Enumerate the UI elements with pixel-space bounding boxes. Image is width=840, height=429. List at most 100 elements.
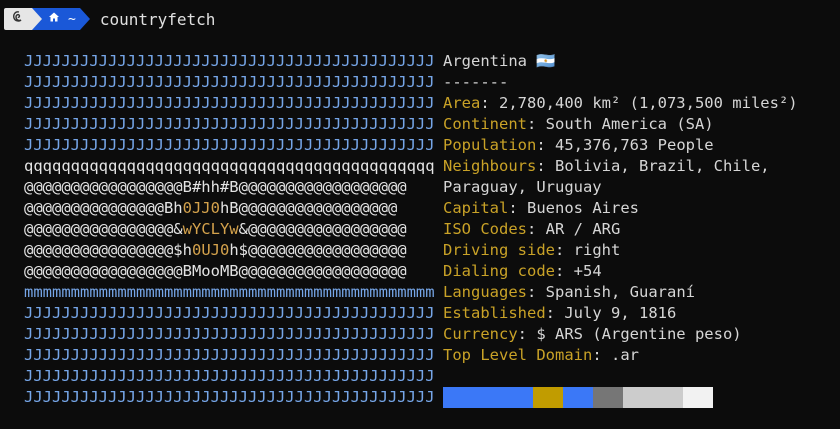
info-value: Paraguay, Uruguay	[443, 178, 602, 196]
shell-prompt: ~ countryfetch	[4, 8, 215, 30]
info-label: Dialing code	[443, 262, 555, 280]
command-text: countryfetch	[99, 9, 216, 29]
info-separator: :	[545, 304, 565, 322]
info-label: Population	[443, 136, 537, 154]
flag-row-segment: hB@@@@@@@@@@@@@@@@@	[219, 199, 398, 217]
debian-icon	[12, 10, 24, 28]
info-row: Area: 2,780,400 km² (1,073,500 miles²)	[443, 93, 798, 114]
info-row: Neighbours: Bolivia, Brazil, Chile,	[443, 156, 798, 177]
flag-row-segment: &@@@@@@@@@@@@@@@@@	[238, 220, 407, 238]
flag-row: JJJJJJJJJJJJJJJJJJJJJJJJJJJJJJJJJJJJJJJJ…	[24, 387, 435, 408]
info-separator: :	[592, 346, 611, 364]
info-value: Spanish, Guaraní	[545, 283, 695, 301]
info-value: .ar	[610, 346, 639, 364]
flag-row: @@@@@@@@@@@@@@@@@BMooMB@@@@@@@@@@@@@@@@@…	[24, 261, 435, 282]
flag-row-segment: h$@@@@@@@@@@@@@@@@@	[229, 241, 407, 259]
flag-row: JJJJJJJJJJJJJJJJJJJJJJJJJJJJJJJJJJJJJJJJ…	[24, 135, 435, 156]
info-label: Languages	[443, 283, 527, 301]
title-divider: -------	[443, 73, 509, 91]
info-label: Capital	[443, 199, 509, 217]
flag-row-segment: @@@@@@@@@@@@@@@@@B#hh#B@@@@@@@@@@@@@@@@@…	[24, 178, 407, 196]
info-label: Neighbours	[443, 157, 537, 175]
country-info: Argentina 🇦🇷 ------- Area: 2,780,400 km²…	[443, 51, 798, 366]
info-separator: :	[536, 157, 555, 175]
flag-row-segment: JJJJJJJJJJJJJJJJJJJJJJJJJJJJJJJJJJJJJJJJ…	[24, 346, 435, 364]
flag-row: @@@@@@@@@@@@@@@Bh0JJ0hB@@@@@@@@@@@@@@@@@	[24, 198, 435, 219]
info-row: Currency: $ ARS (Argentine peso)	[443, 324, 798, 345]
flag-row-segment: @@@@@@@@@@@@@@@@$h	[24, 241, 192, 259]
flag-row-segment: JJJJJJJJJJJJJJJJJJJJJJJJJJJJJJJJJJJJJJJJ…	[24, 367, 435, 385]
info-value: Bolivia, Brazil, Chile,	[555, 157, 770, 175]
flag-row-segment: JJJJJJJJJJJJJJJJJJJJJJJJJJJJJJJJJJJJJJJJ…	[24, 94, 435, 112]
flag-row-segment: JJJJJJJJJJJJJJJJJJJJJJJJJJJJJJJJJJJJJJJJ…	[24, 73, 435, 91]
flag-row-segment: JJJJJJJJJJJJJJJJJJJJJJJJJJJJJJJJJJJJJJJJ…	[24, 325, 435, 343]
flag-row: JJJJJJJJJJJJJJJJJJJJJJJJJJJJJJJJJJJJJJJJ…	[24, 72, 435, 93]
flag-row-segment: wYCLYw	[182, 220, 239, 238]
flag-row: JJJJJJJJJJJJJJJJJJJJJJJJJJJJJJJJJJJJJJJJ…	[24, 51, 435, 72]
info-value: $ ARS (Argentine peso)	[536, 325, 742, 343]
info-value: Buenos Aires	[527, 199, 639, 217]
info-label: Currency	[443, 325, 518, 343]
info-label: Driving side	[443, 241, 555, 259]
flag-row-segment: JJJJJJJJJJJJJJJJJJJJJJJJJJJJJJJJJJJJJJJJ…	[24, 304, 435, 322]
info-row: Capital: Buenos Aires	[443, 198, 798, 219]
flag-row: mmmmmmmmmmmmmmmmmmmmmmmmmmmmmmmmmmmmmmmm…	[24, 282, 435, 303]
info-row: ISO Codes: AR / ARG	[443, 219, 798, 240]
info-label: Area	[443, 94, 481, 112]
flag-row-segment: 0JJ0	[182, 199, 220, 217]
flag-row-segment: @@@@@@@@@@@@@@@@&	[24, 220, 183, 238]
flag-row-segment: @@@@@@@@@@@@@@@@@BMooMB@@@@@@@@@@@@@@@@@…	[24, 262, 407, 280]
info-label: Established	[443, 304, 546, 322]
os-segment	[4, 8, 32, 30]
flag-row-segment: 0UJ0	[191, 241, 230, 259]
info-row: Continent: South America (SA)	[443, 114, 798, 135]
flag-row: JJJJJJJJJJJJJJJJJJJJJJJJJJJJJJJJJJJJJJJJ…	[24, 324, 435, 345]
palette-swatch	[443, 387, 533, 408]
home-icon	[48, 11, 60, 27]
flag-row: JJJJJJJJJJJJJJJJJJJJJJJJJJJJJJJJJJJJJJJJ…	[24, 114, 435, 135]
directory-segment-arrow	[79, 8, 90, 30]
flag-row: JJJJJJJJJJJJJJJJJJJJJJJJJJJJJJJJJJJJJJJJ…	[24, 93, 435, 114]
info-separator: :	[480, 94, 499, 112]
info-row: Population: 45,376,763 People	[443, 135, 798, 156]
palette-swatch	[593, 387, 623, 408]
os-segment-arrow	[32, 8, 42, 30]
flag-row-segment: JJJJJJJJJJJJJJJJJJJJJJJJJJJJJJJJJJJJJJJJ…	[24, 136, 435, 154]
flag-row-segment: @@@@@@@@@@@@@@@Bh	[24, 199, 183, 217]
info-separator: :	[527, 220, 546, 238]
flag-row-segment: mmmmmmmmmmmmmmmmmmmmmmmmmmmmmmmmmmmmmmmm…	[24, 283, 435, 301]
info-separator: :	[517, 325, 537, 343]
directory-segment: ~	[42, 8, 80, 30]
flag-row-segment: JJJJJJJJJJJJJJJJJJJJJJJJJJJJJJJJJJJJJJJJ…	[24, 115, 435, 133]
info-separator: :	[527, 115, 546, 133]
info-separator: :	[554, 262, 574, 280]
flag-row-segment: JJJJJJJJJJJJJJJJJJJJJJJJJJJJJJJJJJJJJJJJ…	[24, 388, 435, 406]
flag-row: @@@@@@@@@@@@@@@@@B#hh#B@@@@@@@@@@@@@@@@@…	[24, 177, 435, 198]
flag-row-segment: qqqqqqqqqqqqqqqqqqqqqqqqqqqqqqqqqqqqqqqq…	[24, 157, 435, 175]
flag-row: @@@@@@@@@@@@@@@@&wYCLYw&@@@@@@@@@@@@@@@@…	[24, 219, 435, 240]
info-separator: :	[554, 241, 574, 259]
info-value: right	[573, 241, 621, 259]
info-row: Driving side: right	[443, 240, 798, 261]
current-directory: ~	[68, 11, 76, 27]
palette-swatch	[623, 387, 683, 408]
flag-row: JJJJJJJJJJJJJJJJJJJJJJJJJJJJJJJJJJJJJJJJ…	[24, 366, 435, 387]
info-label: Top Level Domain	[443, 346, 593, 364]
info-row: Dialing code: +54	[443, 261, 798, 282]
flag-row: qqqqqqqqqqqqqqqqqqqqqqqqqqqqqqqqqqqqqqqq…	[24, 156, 435, 177]
info-value: South America (SA)	[545, 115, 714, 133]
info-separator: :	[508, 199, 527, 217]
info-separator: :	[527, 283, 546, 301]
flag-row: JJJJJJJJJJJJJJJJJJJJJJJJJJJJJJJJJJJJJJJJ…	[24, 345, 435, 366]
info-row: Established: July 9, 1816	[443, 303, 798, 324]
flag-row: JJJJJJJJJJJJJJJJJJJJJJJJJJJJJJJJJJJJJJJJ…	[24, 303, 435, 324]
color-palette	[443, 387, 713, 408]
info-row: Top Level Domain: .ar	[443, 345, 798, 366]
ascii-flag: JJJJJJJJJJJJJJJJJJJJJJJJJJJJJJJJJJJJJJJJ…	[24, 51, 435, 408]
info-label: ISO Codes	[443, 220, 527, 238]
flag-row-segment: JJJJJJJJJJJJJJJJJJJJJJJJJJJJJJJJJJJJJJJJ…	[24, 52, 435, 70]
info-row: Paraguay, Uruguay	[443, 177, 798, 198]
info-label: Continent	[443, 115, 527, 133]
info-value: July 9, 1816	[564, 304, 677, 322]
palette-swatch	[533, 387, 563, 408]
